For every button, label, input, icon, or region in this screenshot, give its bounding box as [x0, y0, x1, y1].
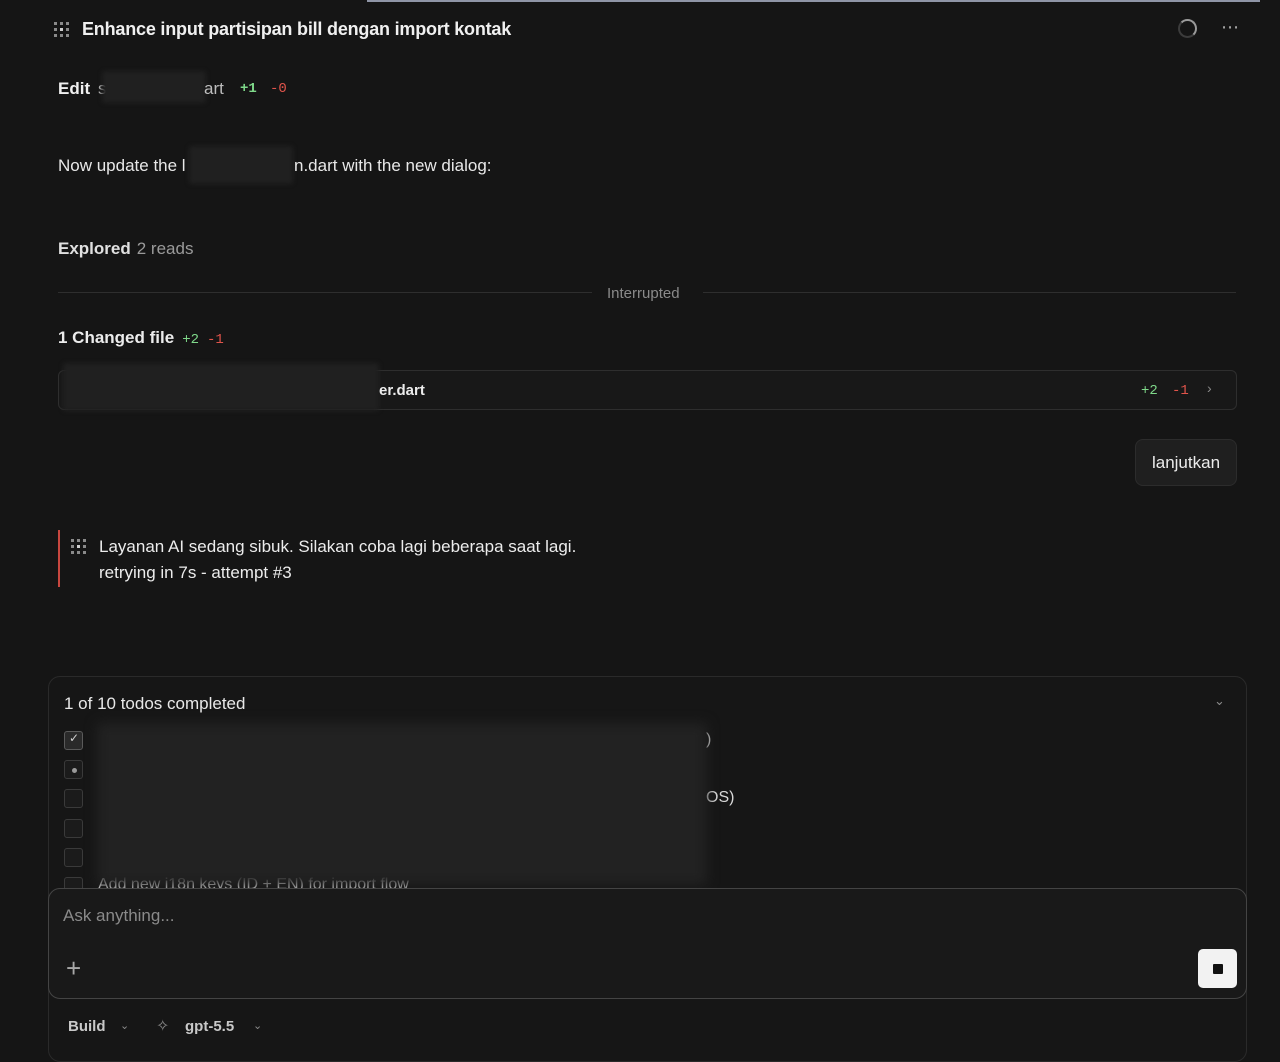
- model-selector[interactable]: gpt-5.5: [185, 1018, 234, 1035]
- file-additions: +2: [1141, 383, 1158, 399]
- chevron-right-icon: ›: [1207, 380, 1212, 396]
- composer-toolbar: Build ⌄ ✧ gpt-5.5 ⌄: [48, 999, 1247, 1055]
- sparkle-icon: ✧: [156, 1018, 170, 1035]
- message-text-before: Now update the l: [58, 156, 186, 175]
- chat-composer: +: [48, 888, 1247, 999]
- redacted-filename: [102, 71, 206, 103]
- todo-checkbox[interactable]: [64, 819, 83, 838]
- explored-row[interactable]: Explored 2 reads: [58, 239, 193, 259]
- divider-line: [703, 292, 1236, 293]
- todo-summary: 1 of 10 todos completed: [64, 694, 246, 713]
- stop-generation-button[interactable]: [1198, 949, 1237, 988]
- redacted-filename: [189, 146, 293, 184]
- chevron-down-icon[interactable]: ⌄: [253, 1019, 262, 1032]
- prompt-input[interactable]: [63, 903, 1163, 929]
- changed-additions: +2: [182, 332, 199, 348]
- retry-status: retrying in 7s - attempt #3: [99, 563, 292, 582]
- app-logo-icon: [71, 539, 86, 554]
- error-message: Layanan AI sedang sibuk. Silakan coba la…: [58, 530, 758, 587]
- app-logo-icon: [54, 22, 69, 37]
- edit-deletions: -0: [270, 81, 287, 97]
- changed-files-label: 1 Changed file: [58, 328, 175, 347]
- todo-checkbox[interactable]: [64, 789, 83, 808]
- error-accent-bar: [58, 530, 60, 587]
- more-options-icon[interactable]: ⋯: [1221, 17, 1240, 38]
- changed-file-name: er.dart: [379, 382, 425, 399]
- add-attachment-button[interactable]: +: [66, 955, 81, 981]
- session-title: Enhance input partisipan bill dengan imp…: [82, 19, 512, 39]
- user-message-bubble: lanjutkan: [1135, 439, 1237, 486]
- edit-additions: +1: [240, 81, 257, 97]
- error-text: Layanan AI sedang sibuk. Silakan coba la…: [99, 537, 577, 556]
- changed-files-header: 1 Changed file +2 -1: [58, 328, 224, 348]
- redacted-todo-list: [97, 723, 707, 885]
- chevron-down-icon[interactable]: ⌄: [120, 1019, 129, 1032]
- message-text-after: n.dart with the new dialog:: [294, 156, 492, 175]
- todo-checkbox-in-progress[interactable]: [64, 760, 83, 779]
- mode-selector[interactable]: Build: [68, 1018, 106, 1035]
- changed-file-item[interactable]: er.dart +2 -1 ›: [58, 363, 1237, 411]
- todo-checkbox[interactable]: [64, 848, 83, 867]
- todo-checkbox-completed[interactable]: [64, 731, 83, 750]
- file-deletions: -1: [1172, 383, 1189, 399]
- loading-spinner-icon: [1178, 19, 1197, 38]
- session-header: Enhance input partisipan bill dengan imp…: [0, 0, 1280, 58]
- explored-count: 2 reads: [136, 239, 194, 258]
- todo-text-tail: OS): [706, 789, 735, 806]
- explored-label: Explored: [58, 239, 131, 258]
- divider-line: [58, 292, 592, 293]
- edit-label: Edit: [58, 79, 91, 98]
- changed-deletions: -1: [207, 332, 224, 348]
- interrupted-label: Interrupted: [607, 285, 680, 302]
- edit-file-suffix: art: [204, 79, 224, 98]
- chevron-down-icon[interactable]: ⌄: [1214, 693, 1225, 709]
- redacted-file-path: [63, 363, 379, 411]
